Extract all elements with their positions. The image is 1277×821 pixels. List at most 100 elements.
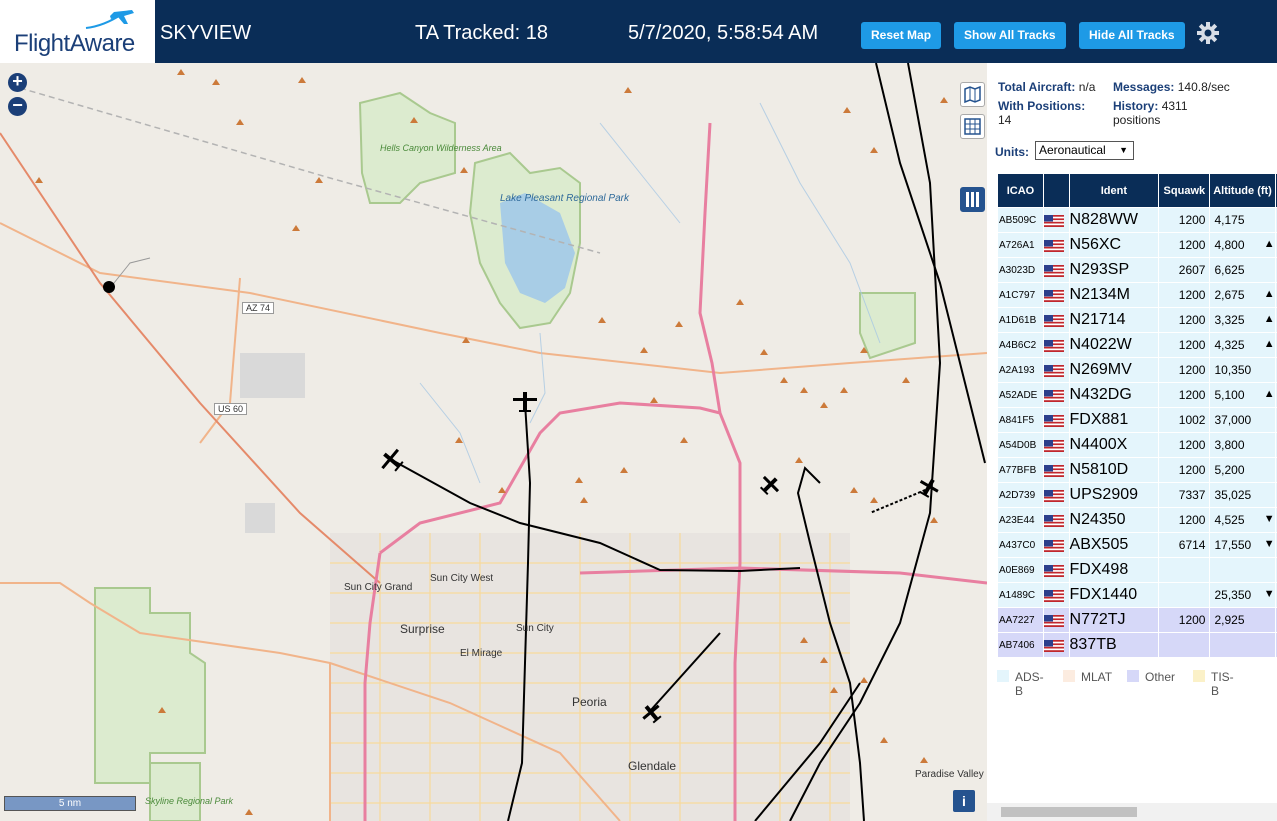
icao-cell: A2D739 (997, 482, 1044, 508)
table-row[interactable]: A4B6C2 N4022W 1200 4,325 ▲ (997, 332, 1277, 358)
altitude-trend: ▲ (1263, 338, 1275, 350)
altitude-cell: 4,525 ▼ (1209, 507, 1276, 533)
table-row[interactable]: A23E44 N24350 1200 4,525 ▼ (997, 507, 1277, 533)
hide-all-tracks-button[interactable]: Hide All Tracks (1079, 22, 1185, 49)
table-row[interactable]: A1C797 N2134M 1200 2,675 ▲ (997, 282, 1277, 308)
altitude-cell (1209, 632, 1276, 658)
map-view[interactable]: Hells Canyon Wilderness Area Lake Pleasa… (0, 63, 987, 821)
squawk-cell: 1200 (1158, 282, 1211, 308)
altitude-cell: 4,800 ▲ (1209, 232, 1276, 258)
aircraft-panel: Total Aircraft: n/a Messages: 140.8/sec … (987, 63, 1277, 821)
label-paradise-valley: Paradise Valley (915, 769, 984, 780)
table-row[interactable]: A2D739 UPS2909 7337 35,025 (997, 482, 1277, 508)
icao-cell: A726A1 (997, 232, 1044, 258)
legend-label: TIS-B (1211, 670, 1234, 698)
map-scale-bar: 5 nm (4, 796, 136, 811)
altitude-value: 10,350 (1214, 363, 1252, 377)
altitude-trend: ▼ (1263, 588, 1275, 600)
ident-cell: FDX1440 (1068, 582, 1160, 608)
us-flag-icon (1043, 389, 1064, 402)
table-row[interactable]: AB7406 837TB (997, 632, 1277, 658)
legend-swatch (1063, 670, 1075, 682)
squawk-cell: 1200 (1158, 232, 1211, 258)
info-button[interactable]: i (953, 790, 975, 812)
altitude-value: 2,925 (1214, 613, 1245, 627)
columns-toggle-button[interactable] (960, 187, 985, 212)
altitude-trend: ▼ (1263, 538, 1275, 550)
table-row[interactable]: A726A1 N56XC 1200 4,800 ▲ (997, 232, 1277, 258)
icao-cell: AA7227 (997, 607, 1044, 633)
flightaware-logo[interactable]: FlightAware (0, 0, 155, 63)
legend-label: Other (1145, 670, 1176, 684)
altitude-cell (1209, 557, 1276, 583)
zoom-out-button[interactable]: − (8, 96, 27, 116)
column-header[interactable]: Squawk (1158, 173, 1211, 208)
flag-cell (1042, 357, 1070, 383)
altitude-trend: ▲ (1263, 313, 1275, 325)
us-flag-icon (1043, 214, 1064, 227)
us-flag-icon (1043, 539, 1064, 552)
altitude-value: 5,200 (1214, 463, 1245, 477)
us-flag-icon (1043, 314, 1064, 327)
us-flag-icon (1043, 289, 1064, 302)
squawk-cell: 1200 (1158, 607, 1211, 633)
squawk-cell (1158, 632, 1211, 658)
map-canvas[interactable] (0, 63, 987, 821)
table-row[interactable]: A2A193 N269MV 1200 10,350 (997, 357, 1277, 383)
table-row[interactable]: AA7227 N772TJ 1200 2,925 (997, 607, 1277, 633)
table-row[interactable]: A437C0 ABX505 6714 17,550 ▼ (997, 532, 1277, 558)
scrollbar-thumb[interactable] (1001, 807, 1137, 817)
table-row[interactable]: A1489C FDX1440 25,350 ▼ (997, 582, 1277, 608)
table-row[interactable]: A52ADE N432DG 1200 5,100 ▲ (997, 382, 1277, 408)
grid-toggle-button[interactable] (960, 114, 985, 139)
us-flag-icon (1043, 639, 1064, 652)
table-row[interactable]: A54D0B N4400X 1200 3,800 (997, 432, 1277, 458)
column-header[interactable]: Ident (1068, 173, 1160, 208)
flag-cell (1042, 207, 1070, 233)
flag-cell (1042, 257, 1070, 283)
label-lake-pleasant: Lake Pleasant Regional Park (500, 193, 629, 204)
table-row[interactable]: A3023D N293SP 2607 6,625 (997, 257, 1277, 283)
icao-cell: A1D61B (997, 307, 1044, 333)
plane-logo-icon (85, 10, 134, 29)
flag-cell (1042, 482, 1070, 508)
ident-cell: N21714 (1068, 307, 1160, 333)
squawk-cell (1158, 557, 1211, 583)
us-flag-icon (1043, 339, 1064, 352)
logo-text: FlightAware (14, 30, 135, 57)
icao-cell: A841F5 (997, 407, 1044, 433)
us-flag-icon (1043, 439, 1064, 452)
column-header[interactable]: Altitude (ft) (1209, 173, 1276, 208)
legend-swatch (997, 670, 1009, 682)
legend-item: ADS-B (997, 670, 1057, 698)
legend-item: Other (1127, 670, 1187, 684)
table-row[interactable]: AB509C N828WW 1200 4,175 (997, 207, 1277, 233)
ident-cell: UPS2909 (1068, 482, 1160, 508)
altitude-value: 17,550 (1214, 538, 1252, 552)
tracked-count: TA Tracked: 18 (415, 22, 549, 44)
history-count: History: 4311 positions (1113, 99, 1188, 127)
gear-icon[interactable] (1196, 21, 1220, 45)
units-select[interactable]: Aeronautical ▼ (1035, 141, 1134, 160)
squawk-cell: 6714 (1158, 532, 1211, 558)
ident-cell: ABX505 (1068, 532, 1160, 558)
altitude-value: 3,800 (1214, 438, 1245, 452)
table-row[interactable]: A0E869 FDX498 (997, 557, 1277, 583)
zoom-in-button[interactable]: + (8, 72, 27, 92)
show-all-tracks-button[interactable]: Show All Tracks (954, 22, 1066, 49)
squawk-cell: 1200 (1158, 457, 1211, 483)
map-layers-button[interactable] (960, 82, 985, 107)
table-row[interactable]: A1D61B N21714 1200 3,325 ▲ (997, 307, 1277, 333)
altitude-trend: ▲ (1263, 388, 1275, 400)
altitude-value: 2,675 (1214, 288, 1245, 302)
altitude-cell: 5,200 (1209, 457, 1276, 483)
flag-cell (1042, 507, 1070, 533)
table-row[interactable]: A77BFB N5810D 1200 5,200 (997, 457, 1277, 483)
column-header[interactable]: ICAO (997, 173, 1044, 208)
reset-map-button[interactable]: Reset Map (861, 22, 942, 49)
column-header[interactable] (1042, 173, 1070, 208)
icao-cell: AB7406 (997, 632, 1044, 658)
icao-cell: A2A193 (997, 357, 1044, 383)
table-row[interactable]: A841F5 FDX881 1002 37,000 (997, 407, 1277, 433)
horizontal-scrollbar[interactable] (987, 803, 1277, 821)
